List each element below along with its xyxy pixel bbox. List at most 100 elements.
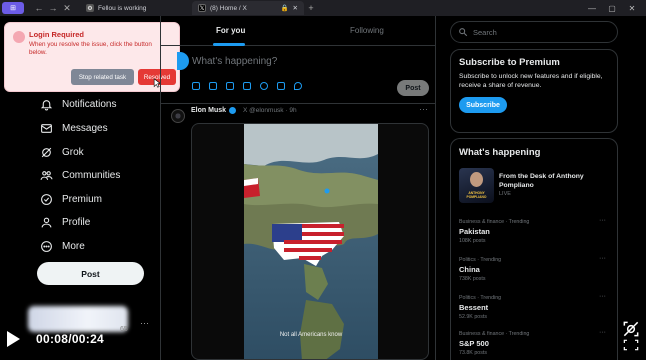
compose-input[interactable]: What's happening?: [192, 56, 277, 67]
tweet-media[interactable]: Not all Americans know: [191, 123, 429, 360]
grok-compose-icon[interactable]: [226, 82, 234, 90]
nav-item-grok[interactable]: Grok: [40, 146, 84, 159]
no-draw-icon[interactable]: [621, 319, 641, 339]
trend-category: Business & finance · Trending: [459, 331, 530, 337]
grok-icon: [41, 147, 52, 158]
timeline-tabs: For you Following: [161, 16, 435, 46]
live-badge: LIVE: [499, 191, 511, 197]
tweet-author-avatar[interactable]: [171, 109, 185, 123]
tab-title: Fellou is working: [98, 4, 147, 12]
alert-icon: [13, 31, 25, 43]
tab-for-you[interactable]: For you: [216, 26, 245, 35]
thumbnail-text: ANTHONY POMPLIANO: [466, 191, 487, 199]
media-icon[interactable]: [192, 82, 200, 90]
tab-following[interactable]: Following: [350, 26, 384, 35]
video-player[interactable]: Not all Americans know: [244, 124, 378, 359]
close-icon[interactable]: ✕: [60, 3, 74, 14]
schedule-icon[interactable]: [277, 82, 285, 90]
trend-more-icon[interactable]: ···: [599, 293, 606, 300]
whats-happening-card: What's happening ANTHONY POMPLIANO From …: [450, 138, 618, 360]
nav-label: Notifications: [62, 99, 117, 110]
avatar[interactable]: [28, 306, 128, 332]
bell-icon: [40, 100, 53, 111]
trend-name: Pakistan: [459, 227, 490, 236]
tab-close-icon[interactable]: ✕: [293, 4, 298, 12]
nav-item-messages[interactable]: Messages: [40, 122, 108, 135]
window-close-icon[interactable]: ✕: [622, 4, 642, 13]
extension-icon[interactable]: ⊞: [2, 2, 24, 14]
fullscreen-icon[interactable]: [623, 339, 639, 351]
nav-item-notifications[interactable]: Notifications: [40, 98, 116, 111]
popup-title: Login Required: [29, 30, 84, 39]
post-button[interactable]: Post: [37, 262, 144, 285]
profile-count: 65: [120, 326, 128, 333]
live-thumbnail[interactable]: ANTHONY POMPLIANO: [459, 168, 494, 203]
lock-icon: 🔒: [280, 5, 289, 12]
login-required-popup: Login Required When you resolve the issu…: [4, 22, 180, 92]
window-controls: — ▢ ✕: [582, 0, 642, 16]
compose-avatar: [177, 52, 189, 70]
trend-category: Politics · Trending: [459, 295, 502, 301]
location-icon[interactable]: [294, 82, 302, 90]
tweet-author[interactable]: Elon Musk: [191, 107, 237, 114]
trend-category: Politics · Trending: [459, 257, 502, 263]
tweet-author-name: Elon Musk: [191, 107, 227, 114]
trend-category: Business & finance · Trending: [459, 219, 530, 225]
minimize-icon[interactable]: —: [582, 4, 602, 13]
nav-label: Profile: [62, 217, 91, 228]
people-icon: [40, 171, 53, 180]
search-input[interactable]: Search: [450, 21, 618, 43]
nav-label: Messages: [62, 123, 108, 134]
nav-item-premium[interactable]: Premium: [40, 193, 102, 206]
stop-related-task-button[interactable]: Stop related task: [71, 69, 134, 85]
nav-label: More: [62, 241, 85, 252]
browser-toolbar: ⊞ ← → ✕ ⚙ Fellou is working 𝕏 (8) Home /…: [0, 0, 646, 16]
fellou-favicon-icon: ⚙: [86, 4, 94, 12]
back-icon[interactable]: ←: [32, 3, 46, 13]
compose-toolbar: [192, 82, 302, 90]
emoji-icon[interactable]: [260, 82, 268, 90]
tab-title: (8) Home / X: [210, 4, 247, 12]
host-face: [470, 172, 483, 187]
trend-name: China: [459, 265, 480, 274]
premium-card: Subscribe to Premium Subscribe to unlock…: [450, 49, 618, 133]
trend-item[interactable]: Business & finance · Trending Pakistan 1…: [459, 217, 609, 244]
maximize-icon[interactable]: ▢: [602, 4, 622, 13]
trend-item[interactable]: Business & finance · Trending S&P 500 73…: [459, 329, 609, 356]
nav-label: Communities: [62, 170, 121, 181]
search-icon: [459, 28, 468, 37]
nav-item-communities[interactable]: Communities: [40, 169, 120, 182]
subscribe-button[interactable]: Subscribe: [459, 97, 507, 113]
play-icon[interactable]: [7, 331, 20, 347]
nav-label: Grok: [62, 147, 84, 158]
nav-item-more[interactable]: More: [40, 240, 85, 253]
profile-more-icon[interactable]: ···: [140, 318, 149, 328]
trend-item[interactable]: Politics · Trending China 738K posts ···: [459, 255, 609, 282]
live-event-title[interactable]: From the Desk of Anthony Pompliano: [499, 172, 609, 190]
trend-more-icon[interactable]: ···: [599, 217, 606, 224]
active-tab-indicator: [213, 43, 245, 46]
trend-more-icon[interactable]: ···: [599, 255, 606, 262]
search-placeholder: Search: [473, 28, 497, 37]
mail-icon: [41, 124, 52, 133]
list-icon[interactable]: [243, 82, 251, 90]
trend-name: Bessent: [459, 303, 489, 312]
person-icon: [41, 217, 52, 228]
trend-more-icon[interactable]: ···: [599, 329, 606, 336]
more-circle-icon: [41, 241, 52, 252]
trend-count: 52.9K posts: [459, 314, 487, 320]
right-sidebar: Search Subscribe to Premium Subscribe to…: [436, 16, 646, 360]
gif-icon[interactable]: [209, 82, 217, 90]
nav-item-profile[interactable]: Profile: [40, 216, 90, 229]
tab-fellou[interactable]: ⚙ Fellou is working: [80, 1, 192, 15]
forward-icon[interactable]: →: [46, 3, 60, 13]
tweet-more-icon[interactable]: ···: [419, 104, 428, 114]
trend-item[interactable]: Politics · Trending Bessent 52.9K posts …: [459, 293, 609, 320]
tab-x-home[interactable]: 𝕏 (8) Home / X 🔒 ✕: [192, 1, 304, 15]
whats-happening-title: What's happening: [459, 147, 541, 158]
new-tab-icon[interactable]: +: [304, 3, 318, 13]
compose-post-button[interactable]: Post: [397, 80, 429, 96]
trend-count: 738K posts: [459, 276, 486, 282]
timeline: For you Following What's happening? Post…: [160, 16, 436, 360]
premium-icon: [41, 194, 52, 205]
